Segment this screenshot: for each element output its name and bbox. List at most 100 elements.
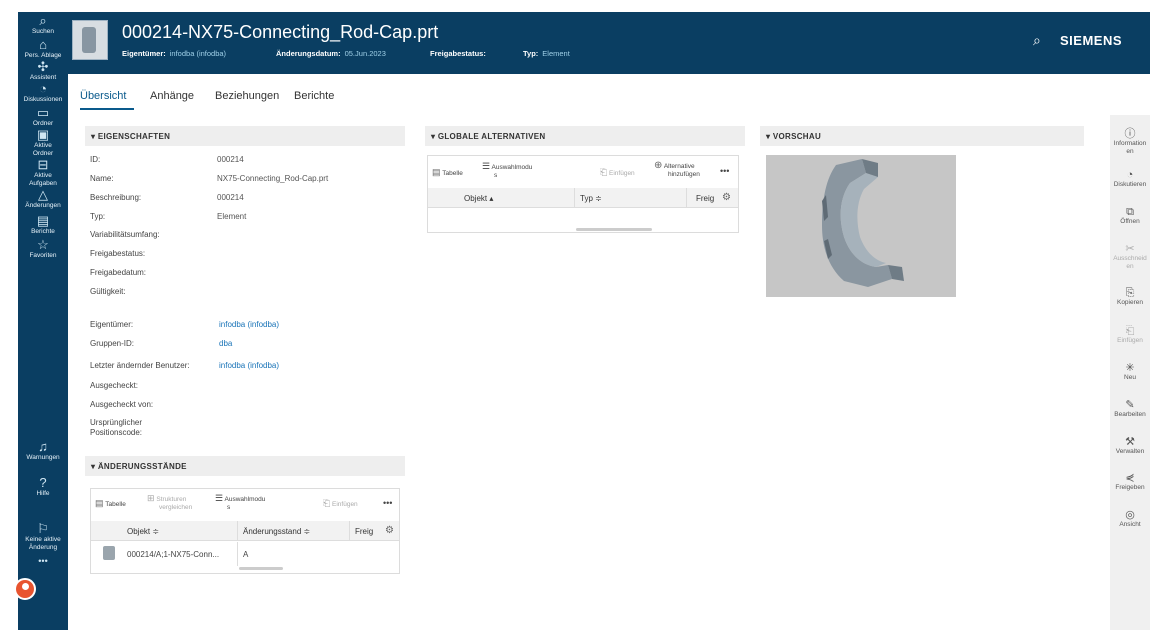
col-object[interactable]: Objekt ▴ [464,194,493,203]
tab-relations[interactable]: Beziehungen [215,90,279,102]
view-button[interactable]: ◎ Ansicht [1110,509,1150,529]
manage-icon: ⚒ [1125,436,1135,448]
col-revision[interactable]: Änderungsstand ≑ [243,527,310,536]
share-button[interactable]: ⋞ Freigeben [1110,472,1150,492]
paste-icon: ⎗ [323,498,331,508]
col-release[interactable]: Freig [696,194,714,203]
nav-changes[interactable]: △ Änderungen [18,188,68,210]
alternatives-table-view-button[interactable]: ▤ Tabelle [432,168,463,178]
nav-no-active-change[interactable]: ⚐ Keine aktive Änderung [18,522,68,552]
add-alternative-button[interactable]: ⊕ Alternative hinzufügen [654,160,700,179]
settings-icon[interactable]: ⚙ [722,192,731,203]
col-type[interactable]: Typ ≑ [580,194,602,203]
paste-button[interactable]: ⎗ Einfügen [1110,325,1150,345]
search-icon[interactable]: ⌕ [1033,32,1041,49]
nav-discussions[interactable]: ◔ Diskussionen [18,82,68,104]
table-icon: ▤ [432,167,441,177]
manage-button[interactable]: ⚒ Verwalten [1110,436,1150,456]
nav-favorites[interactable]: ☆ Favoriten [18,238,68,260]
assistant-icon: ✣ [37,59,49,74]
reports-icon: ▤ [36,213,50,228]
selection-mode-button[interactable]: ☰ Auswahlmodu s [215,494,265,512]
prop-value-owner[interactable]: infodba (infodba) [219,320,279,329]
changes-icon: △ [38,187,48,202]
cut-icon: ✂ [1125,243,1135,255]
nav-active-folders[interactable]: ▣ Aktive Ordner [18,128,68,158]
table-row[interactable]: 000214/A;1-NX75-Conn... A [91,542,399,566]
checklist-icon: ☰ [215,493,224,503]
prop-value-group[interactable]: dba [219,339,232,348]
tab-attachments[interactable]: Anhänge [150,90,194,102]
tab-overview[interactable]: Übersicht [80,90,126,102]
horizontal-scrollbar[interactable] [576,228,652,231]
tab-reports[interactable]: Berichte [294,90,334,102]
nav-warnings[interactable]: ♫ Warnungen [18,440,68,462]
share-icon: ⋞ [1125,472,1135,484]
prop-label-release-date: Freigabedatum: [90,268,147,277]
edit-button[interactable]: ✎ Bearbeiten [1110,399,1150,419]
information-button[interactable]: ⓘ Information en [1110,128,1150,156]
settings-icon[interactable]: ⚙ [385,525,394,536]
alternatives-selection-mode-button[interactable]: ☰ Auswahlmodu s [482,162,532,180]
row-object[interactable]: 000214/A;1-NX75-Conn... [127,550,219,559]
nav-help[interactable]: ? Hilfe [18,476,68,498]
checklist-icon: ☰ [482,161,491,171]
add-circle-icon: ⊕ [654,160,663,171]
prop-label-checked-out: Ausgecheckt: [90,381,139,390]
prop-value-last-user[interactable]: infodba (infodba) [219,361,279,370]
discuss-icon: ◔ [1126,169,1134,181]
prop-label-validity: Gültigkeit: [90,287,126,296]
properties-heading[interactable]: ▾ EIGENSCHAFTEN [85,126,405,146]
horizontal-scrollbar[interactable] [239,567,283,570]
alternatives-table: ▤ Tabelle ☰ Auswahlmodu s ⎗ Einfügen ⊕ Al… [427,155,739,233]
alternatives-paste-button[interactable]: ⎗ Einfügen [600,168,635,178]
new-button[interactable]: ✳ Neu [1110,362,1150,382]
revisions-heading[interactable]: ▾ ÄNDERUNGSSTÄNDE [85,456,405,476]
header: 000214-NX75-Connecting_Rod-Cap.prt Eigen… [68,12,1150,74]
star-icon: ☆ [37,237,49,252]
discuss-button[interactable]: ◔ Diskutieren [1110,169,1150,189]
no-change-icon: ⚐ [37,521,49,536]
prop-value-name: NX75-Connecting_Rod-Cap.prt [217,174,329,183]
col-object[interactable]: Objekt ≑ [127,527,159,536]
active-tab-indicator [80,108,134,110]
owner-meta: Eigentümer: infodba (infodba) [122,49,227,58]
copy-button[interactable]: ⎘ Kopieren [1110,287,1150,307]
brand-logo: SIEMENS [1060,33,1123,48]
row-revision: A [243,550,249,559]
inbox-icon: ⊟ [37,157,49,172]
nav-reports[interactable]: ▤ Berichte [18,214,68,236]
col-release[interactable]: Freig [355,527,373,536]
date-meta: Änderungsdatum: 05.Jun.2023 [276,49,386,58]
compare-structures-button[interactable]: ⊞ Strukturen vergleichen [147,494,192,512]
nav-search[interactable]: ⌕ Suchen [18,14,68,36]
nav-personal-storage[interactable]: ⌂ Pers. Ablage [18,38,68,60]
revisions-table-header: Objekt ≑ Änderungsstand ≑ Freig ⚙ [91,521,399,541]
object-thumbnail [72,20,108,60]
revisions-more-button[interactable]: ••• [383,499,392,508]
home-icon: ⌂ [39,37,47,52]
revisions-table: ▤ Tabelle ⊞ Strukturen vergleichen ☰ Ausw… [90,488,400,574]
nav-assistant[interactable]: ✣ Assistent [18,60,68,82]
alternatives-heading[interactable]: ▾ GLOBALE ALTERNATIVEN [425,126,745,146]
open-button[interactable]: ⧉ Öffnen [1110,206,1150,226]
preview-heading[interactable]: ▾ VORSCHAU [760,126,1084,146]
prop-label-group: Gruppen-ID: [90,339,135,348]
prop-label-last-user: Letzter ändernder Benutzer: [90,361,190,370]
prop-label-checked-out-by: Ausgecheckt von: [90,400,154,409]
view-icon: ◎ [1125,509,1135,521]
nav-active-tasks[interactable]: ⊟ Aktive Aufgaben [18,158,68,188]
revisions-paste-button[interactable]: ⎗ Einfügen [323,499,358,509]
info-icon: ⓘ [1124,128,1136,140]
revisions-table-view-button[interactable]: ▤ Tabelle [95,499,126,509]
alternatives-more-button[interactable]: ••• [720,167,729,176]
cut-button[interactable]: ✂ Ausschneid en [1110,243,1150,271]
prop-value-description: 000214 [217,193,244,202]
nav-folders[interactable]: ▭ Ordner [18,106,68,128]
prop-label-id: ID: [90,155,101,164]
avatar[interactable] [14,578,36,600]
paste-icon: ⎗ [600,167,608,177]
preview-image[interactable] [766,155,956,297]
page-title: 000214-NX75-Connecting_Rod-Cap.prt [122,22,439,42]
release-meta: Freigabestatus: [430,49,486,58]
